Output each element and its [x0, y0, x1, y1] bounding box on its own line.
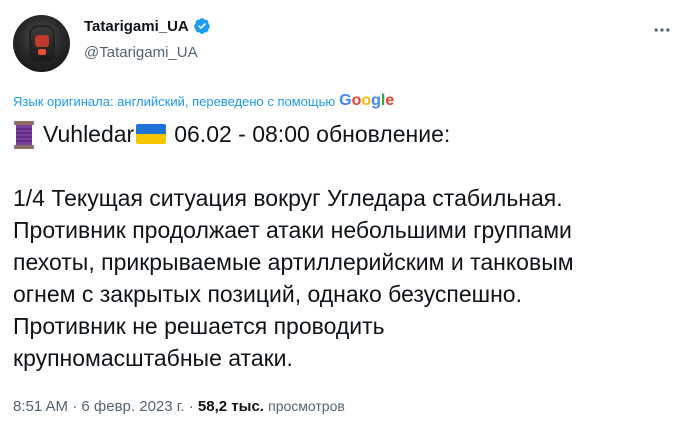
views-label: просмотров — [268, 398, 345, 414]
tweet-body-line: огнем с закрытых позиций, однако безуспе… — [13, 281, 522, 307]
tweet-body-line: Противник продолжает атаки небольшими гр… — [13, 217, 572, 243]
avatar[interactable] — [13, 15, 70, 72]
tweet-date[interactable]: 6 февр. 2023 г. — [81, 398, 184, 415]
tweet-body-line: крупномасштабные атаки. — [13, 345, 293, 371]
tweet-headline: Vuhledar 06.02 - 08:00 обновление: — [13, 118, 675, 150]
tweet-body-line: пехоты, прикрываемые артиллерийским и та… — [13, 249, 574, 275]
meta-separator: · — [72, 398, 78, 415]
tweet-body-line: Противник не решается проводить — [13, 313, 385, 339]
google-logo: Google — [339, 92, 395, 109]
ukraine-flag-icon — [136, 124, 167, 144]
headline-rest: 06.02 - 08:00 обновление: — [174, 121, 451, 147]
tweet-body: 1/4 Текущая ситуация вокруг Угледара ста… — [13, 182, 675, 374]
verified-badge-icon — [193, 18, 210, 34]
tweet-body-line: 1/4 Текущая ситуация вокруг Угледара ста… — [13, 185, 563, 211]
translation-note[interactable]: Язык оригинала: английский, переведено с… — [13, 92, 394, 110]
more-options-icon[interactable] — [652, 20, 672, 45]
tweet-time[interactable]: 8:51 AM — [13, 398, 68, 415]
author-display-name[interactable]: Tatarigami_UA — [84, 18, 189, 35]
thread-spool-icon — [13, 121, 35, 149]
views-count: 58,2 тыс. — [197, 398, 264, 415]
headline-place: Vuhledar — [43, 121, 135, 147]
tweet-meta: 8:51 AM · 6 февр. 2023 г. · 58,2 тыс. пр… — [13, 398, 345, 415]
meta-separator: · — [188, 398, 194, 415]
translation-note-text[interactable]: Язык оригинала: английский, переведено с… — [13, 94, 335, 109]
author-name-row[interactable]: Tatarigami_UA — [84, 17, 211, 35]
author-handle[interactable]: @Tatarigami_UA — [84, 44, 198, 61]
